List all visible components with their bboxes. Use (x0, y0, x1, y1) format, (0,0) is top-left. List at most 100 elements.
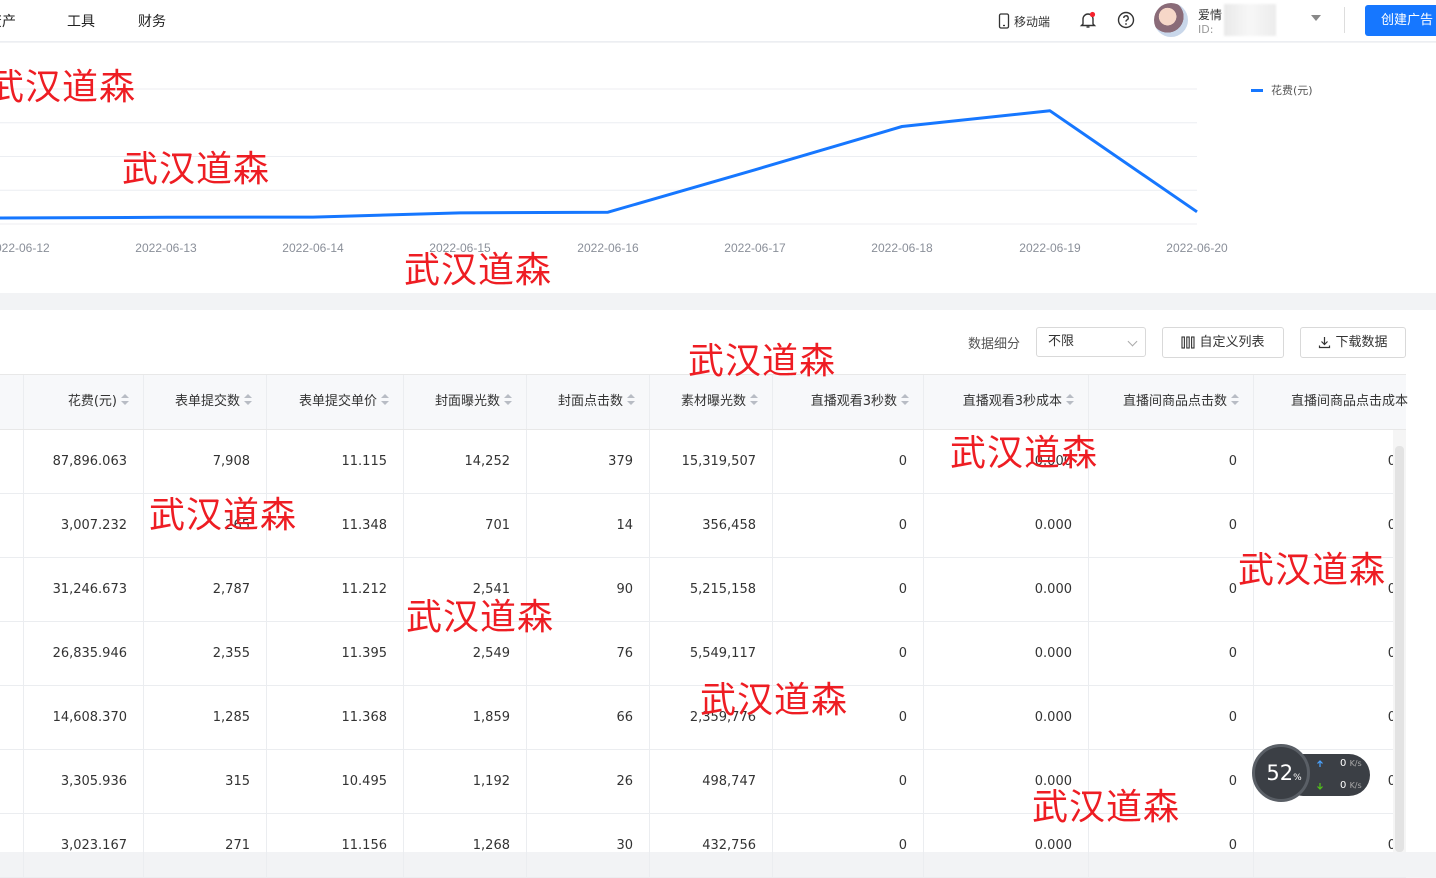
watermark-text: 武汉道森 (950, 433, 1099, 474)
column-header-label: 花费(元) (67, 394, 117, 409)
table-cell: 0 (1089, 558, 1254, 621)
download-speed: 0 (1340, 780, 1347, 791)
download-data-button[interactable]: 下载数据 (1300, 327, 1406, 358)
column-header[interactable]: 表单提交数 (144, 375, 267, 429)
watermark-text: 武汉道森 (404, 250, 553, 291)
table-cell: 0 (1387, 838, 1396, 853)
column-header[interactable]: 封面曝光数 (404, 375, 527, 429)
nav-item-finance[interactable]: 财务 (138, 11, 166, 31)
table-cell: 0 (773, 494, 924, 557)
updown-arrows-icon (1317, 760, 1323, 790)
user-id-label: ID: (1198, 23, 1214, 36)
notification-bell-icon[interactable] (1078, 10, 1098, 30)
avatar[interactable] (1154, 3, 1188, 37)
chart-legend[interactable]: 花费(元) (1251, 82, 1313, 98)
table-cell: 0 (1387, 454, 1396, 469)
table-cell: 0 (1089, 622, 1254, 685)
breakdown-label: 数据细分 (968, 337, 1021, 352)
column-header[interactable]: 表单提交单价 (267, 375, 404, 429)
table-cell: 0 (1089, 430, 1254, 493)
data-table-card: 数据细分 不限 自定义列表 下载数据 花费(元) 表单提交数 表单提交单价 封面曝光数… (0, 310, 1436, 878)
table-cell: 701 (404, 494, 527, 557)
x-tick-label: 2022-06-12 (0, 241, 50, 255)
table-cell-leading (0, 814, 24, 877)
table-cell: 11.156 (267, 814, 404, 877)
column-header-label: 直播间商品点击成本 (1290, 394, 1408, 409)
table-cell: 0 (1387, 710, 1396, 725)
custom-columns-label: 自定义列表 (1199, 335, 1265, 350)
watermark-text: 武汉道森 (149, 495, 298, 536)
column-header[interactable]: 直播间商品点击数 (1089, 375, 1254, 429)
nav-item-assets[interactable]: 资产 (0, 11, 16, 31)
table-cell: 1,268 (404, 814, 527, 877)
sort-icon[interactable] (381, 394, 389, 406)
watermark-text: 武汉道森 (406, 597, 555, 638)
table-cell: 7,908 (144, 430, 267, 493)
table-row[interactable]: 3,023.167 271 11.156 1,268 30 432,756 0 0.000 0 0 (0, 814, 1406, 878)
table-cell: 26 (527, 750, 650, 813)
sort-icon[interactable] (750, 394, 758, 406)
nav-item-tools[interactable]: 工具 (67, 11, 95, 31)
sort-icon[interactable] (1066, 394, 1074, 406)
table-cell: 87,896.063 (24, 430, 144, 493)
table-cell-leading (0, 558, 24, 621)
table-cell: 1,859 (404, 686, 527, 749)
column-header[interactable]: 花费(元) (24, 375, 144, 429)
network-speed-widget[interactable]: 52% 0 K/s 0 K/s (1252, 744, 1370, 804)
table-cell: 26,835.946 (24, 622, 144, 685)
sort-icon[interactable] (1231, 394, 1239, 406)
table-cell: 31,246.673 (24, 558, 144, 621)
column-header[interactable]: 封面点击数 (527, 375, 650, 429)
columns-icon (1181, 336, 1196, 349)
table-cell: 11.395 (267, 622, 404, 685)
column-header-label: 直播观看3秒成本 (962, 394, 1062, 409)
table-cell: 2,787 (144, 558, 267, 621)
divider (1344, 7, 1345, 33)
table-cell: 0 (1089, 686, 1254, 749)
table-cell: 14 (527, 494, 650, 557)
table-scroll-thumb[interactable] (1395, 446, 1404, 852)
table-cell: 11.115 (267, 430, 404, 493)
table-cell-leading (0, 622, 24, 685)
table-row[interactable]: 87,896.063 7,908 11.115 14,252 379 15,319,507… (0, 430, 1406, 494)
table-cell: 432,756 (650, 814, 773, 877)
table-cell: 0.000 (924, 686, 1089, 749)
speed-percent: 52 (1266, 761, 1294, 785)
breakdown-select[interactable]: 不限 (1036, 327, 1146, 357)
sort-icon[interactable] (504, 394, 512, 406)
table-cell: 379 (527, 430, 650, 493)
user-name: 爱情 (1198, 8, 1223, 22)
table-cell: 1,285 (144, 686, 267, 749)
speed-dial: 52% (1252, 744, 1310, 802)
redacted-user-info (1224, 4, 1276, 36)
table-cell: 10.495 (267, 750, 404, 813)
table-cell-leading (0, 686, 24, 749)
table-row[interactable]: 31,246.673 2,787 11.212 2,541 90 5,215,158 0 0.… (0, 558, 1406, 622)
table-cell: 5,215,158 (650, 558, 773, 621)
column-header-label: 封面点击数 (557, 394, 623, 409)
sort-icon[interactable] (244, 394, 252, 406)
table-cell: 0 (1387, 646, 1396, 661)
table-cell: 0 (773, 430, 924, 493)
sort-icon[interactable] (121, 394, 129, 406)
mobile-link[interactable]: 移动端 (998, 0, 1050, 42)
table-cell: 3,023.167 (24, 814, 144, 877)
table-cell: 0 (1089, 494, 1254, 557)
mobile-label: 移动端 (1014, 14, 1051, 29)
column-header[interactable]: 直播间商品点击成本 (1254, 375, 1414, 429)
create-ad-button[interactable]: 创建广告 (1365, 5, 1436, 36)
column-header-label: 素材曝光数 (680, 394, 746, 409)
table-cell: 0.000 (924, 622, 1089, 685)
custom-columns-button[interactable]: 自定义列表 (1162, 327, 1284, 358)
help-icon[interactable] (1116, 10, 1136, 30)
chevron-down-icon[interactable] (1311, 15, 1321, 21)
column-header[interactable]: 直播观看3秒成本 (924, 375, 1089, 429)
sort-icon[interactable] (627, 394, 635, 406)
table-cell-leading (0, 750, 24, 813)
breakdown-select-value: 不限 (1048, 334, 1075, 349)
upload-unit: K/s (1349, 759, 1362, 768)
table-cell: 356,458 (650, 494, 773, 557)
table-cell-leading (0, 494, 24, 557)
sort-icon[interactable] (901, 394, 909, 406)
table-row[interactable]: 3,305.936 315 10.495 1,192 26 498,747 0 0.000 0 0 (0, 750, 1406, 814)
